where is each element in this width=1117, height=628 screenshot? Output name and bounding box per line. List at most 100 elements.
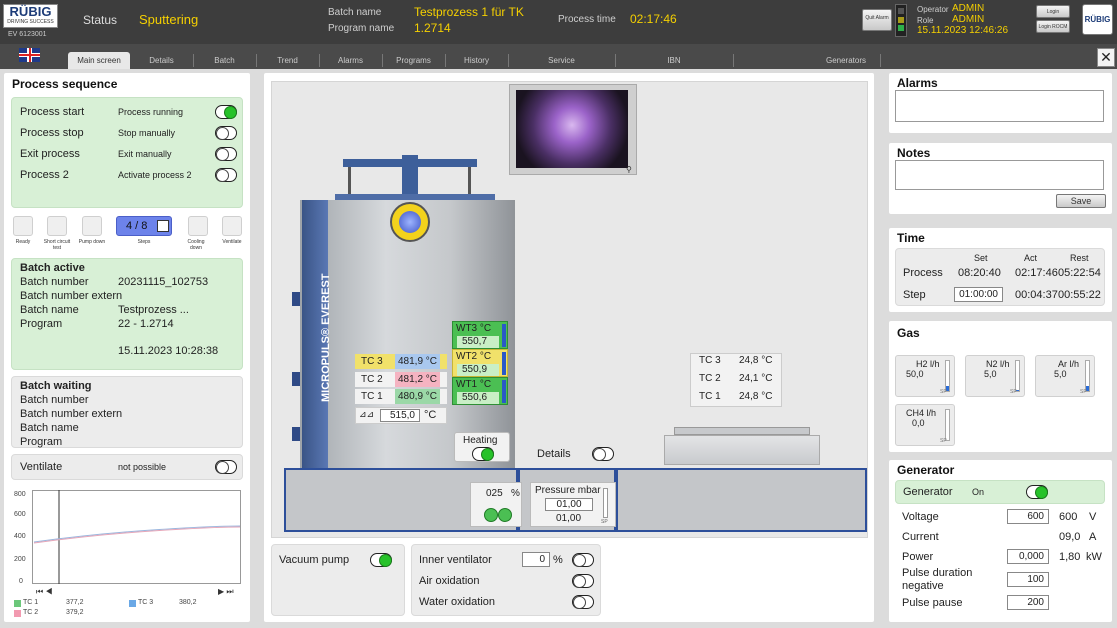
camera-view[interactable]: ⚲ <box>509 84 637 175</box>
step-ventilate <box>222 216 242 236</box>
batch-number-value: 20231115_102753 <box>118 276 209 288</box>
tc3-right-value: 24,8 °C <box>739 355 773 366</box>
legend-tc1-value: 377,2 <box>66 599 84 606</box>
process-2-toggle[interactable] <box>215 168 237 182</box>
temperature-setpoint-row: ⊿⊿ 515,0 °C <box>355 407 447 424</box>
alarms-title: Alarms <box>897 76 938 90</box>
login-rocm-button[interactable]: Login ROCM <box>1036 20 1070 33</box>
step-time-rest: 00:55:22 <box>1058 289 1101 301</box>
heating-toggle[interactable] <box>472 447 494 461</box>
ventilate-box: Ventilate not possible <box>11 454 243 480</box>
gas-ar-label: Ar l/h <box>1058 359 1080 369</box>
signal-light-icon <box>895 4 907 37</box>
tab-ibn[interactable]: IBN <box>615 52 733 69</box>
generator-toggle[interactable] <box>1026 485 1048 499</box>
tab-batch[interactable]: Batch <box>193 52 256 69</box>
tab-alarms[interactable]: Alarms <box>319 52 382 69</box>
tab-history[interactable]: History <box>445 52 508 69</box>
process-time-row-label: Process <box>903 267 943 279</box>
gas-ar-card[interactable]: Ar l/h 5,0 SP <box>1035 355 1095 397</box>
process-time-act: 02:17:46 <box>1015 267 1058 279</box>
gas-panel: Gas H2 l/h 50,0 SP N2 l/h 5,0 SP Ar l/h … <box>889 321 1112 452</box>
process-2-label: Process 2 <box>20 169 69 181</box>
gas-ch4-card[interactable]: CH4 l/h 0,0 SP <box>895 404 955 446</box>
water-oxidation-toggle[interactable] <box>572 595 594 609</box>
scroll-first-icon[interactable]: ⏮ ◀ <box>36 587 62 597</box>
pulse-duration-input[interactable]: 100 <box>1007 572 1049 587</box>
process-time-label: Process time <box>558 14 616 25</box>
voltage-unit: V <box>1089 511 1097 523</box>
batch-number-label: Batch number <box>20 276 89 288</box>
trend-plot[interactable] <box>32 490 242 585</box>
login-button[interactable]: Login <box>1036 5 1070 18</box>
gas-ch4-label: CH4 l/h <box>906 408 937 418</box>
status-value: Sputtering <box>139 12 199 27</box>
tc1-left-label: TC 1 <box>361 391 383 402</box>
batch-timestamp: 15.11.2023 10:28:38 <box>118 345 219 357</box>
air-oxidation-toggle[interactable] <box>572 574 594 588</box>
pressure-setpoint-input[interactable]: 01,00 <box>545 498 593 511</box>
process-stop-toggle[interactable] <box>215 126 237 140</box>
step-label-cooling-down: Cooling down <box>187 239 205 251</box>
scroll-last-icon[interactable]: ▶ ⏭ <box>218 587 244 597</box>
step-counter[interactable]: 4 / 8 <box>116 216 172 236</box>
valve-icon-right[interactable] <box>498 508 512 522</box>
legend-tc2-label: TC 2 <box>23 609 39 616</box>
tc1-left-row: TC 1 480,9 °C <box>355 389 447 404</box>
sight-glass-icon <box>390 202 430 242</box>
pulse-pause-input[interactable]: 200 <box>1007 595 1049 610</box>
header-bar: RÜBIG DRIVING SUCCESS EV 6123001 Status S… <box>0 0 1117 44</box>
workpiece-base <box>664 435 820 465</box>
generator-state: On <box>972 487 985 497</box>
wt1-value: 550,6 <box>457 392 499 404</box>
quit-alarm-button[interactable]: Quit Alarm <box>862 9 892 31</box>
voltage-label: Voltage <box>902 511 939 523</box>
tab-service[interactable]: Service <box>508 52 615 69</box>
time-header-act: Act <box>1024 253 1038 263</box>
gas-h2-card[interactable]: H2 l/h 50,0 SP <box>895 355 955 397</box>
exit-process-label: Exit process <box>20 148 80 160</box>
notes-save-button[interactable]: Save <box>1056 194 1106 208</box>
ramp-icon: ⊿⊿ <box>359 409 375 419</box>
tab-main-screen[interactable]: Main screen <box>68 52 130 69</box>
notes-textarea[interactable] <box>895 160 1104 190</box>
process-start-label: Process start <box>20 106 85 118</box>
inner-ventilator-input[interactable]: 0 <box>522 552 550 567</box>
tc2-left-value: 481,2 °C <box>395 372 441 387</box>
inner-ventilator-toggle[interactable] <box>572 553 594 567</box>
notes-panel: Notes Save <box>889 143 1112 214</box>
tab-trend[interactable]: Trend <box>256 52 319 69</box>
details-toggle[interactable] <box>592 447 614 461</box>
temperature-setpoint-input[interactable]: 515,0 <box>380 409 420 422</box>
tc3-right-label: TC 3 <box>699 355 721 366</box>
ventilate-status: not possible <box>118 462 167 472</box>
alarms-list[interactable] <box>895 90 1104 122</box>
power-input[interactable]: 0,000 <box>1007 549 1049 564</box>
step-time-set-input[interactable]: 01:00:00 <box>954 287 1003 302</box>
process-time-set: 08:20:40 <box>958 267 1001 279</box>
water-oxidation-label: Water oxidation <box>419 596 496 608</box>
process-time-rest: 05:22:54 <box>1058 267 1101 279</box>
valve-icon-left[interactable] <box>484 508 498 522</box>
step-short-circuit <box>47 216 67 236</box>
tab-details[interactable]: Details <box>130 52 193 69</box>
ventilate-toggle[interactable] <box>215 460 237 474</box>
time-panel: Time Set Act Rest Process 08:20:40 02:17… <box>889 228 1112 312</box>
program-label: Program <box>20 318 63 330</box>
heating-label: Heating <box>463 435 498 446</box>
close-icon[interactable]: ✕ <box>1097 48 1115 67</box>
voltage-input[interactable]: 600 <box>1007 509 1049 524</box>
gas-n2-card[interactable]: N2 l/h 5,0 SP <box>965 355 1025 397</box>
power-label: Power <box>902 551 934 563</box>
vacuum-pump-box: Vacuum pump <box>271 544 405 616</box>
step-counter-text: 4 / 8 <box>126 220 148 232</box>
gas-ch4-value: 0,0 <box>912 418 925 428</box>
wt3-label: WT3 °C <box>456 323 492 334</box>
vacuum-pump-toggle[interactable] <box>370 553 392 567</box>
tab-programs[interactable]: Programs <box>382 52 445 69</box>
process-start-toggle[interactable] <box>215 105 237 119</box>
tab-generators[interactable]: Generators <box>812 52 880 69</box>
exit-process-toggle[interactable] <box>215 147 237 161</box>
process-time-value: 02:17:46 <box>630 12 677 26</box>
uk-flag-icon[interactable] <box>19 48 40 62</box>
